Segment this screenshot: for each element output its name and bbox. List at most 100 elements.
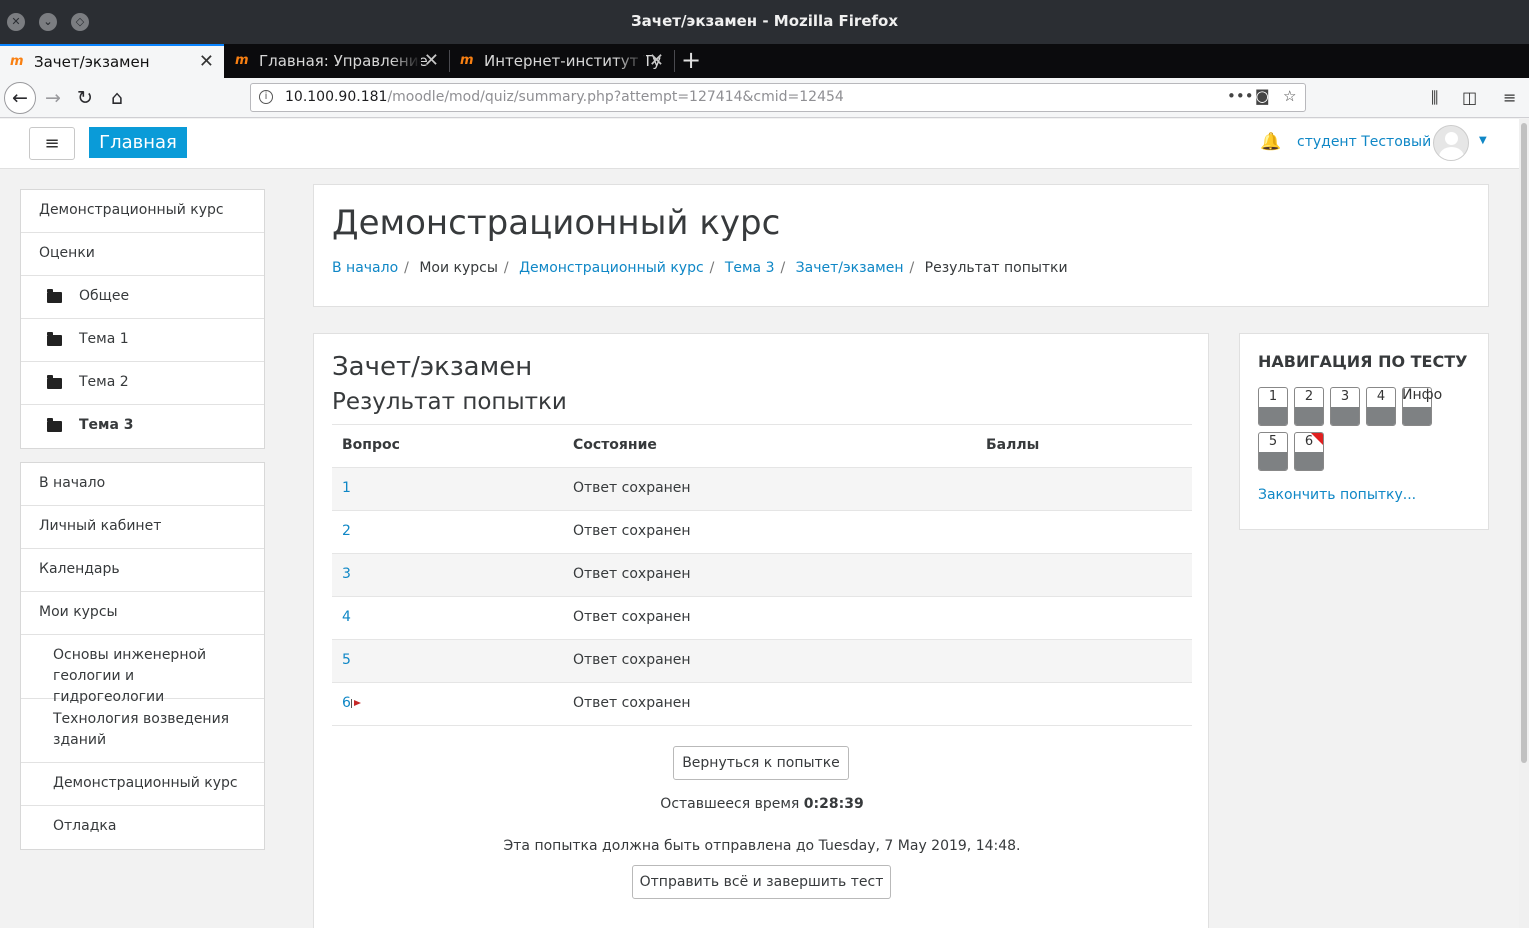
- nav-item-topic-2[interactable]: Тема 2: [21, 362, 264, 405]
- page-scrollbar[interactable]: [1519, 119, 1529, 928]
- breadcrumb-current: Результат попытки: [924, 260, 1068, 276]
- page-actions-icon[interactable]: •••: [1227, 87, 1254, 105]
- course-nav-block: Демонстрационный курс Оценки Общее Тема …: [20, 189, 265, 449]
- tab-close-icon[interactable]: ✕: [649, 44, 664, 78]
- quiz-nav-button-3[interactable]: 3: [1330, 387, 1360, 426]
- question-link[interactable]: 2: [342, 523, 351, 539]
- flag-icon: [353, 700, 361, 706]
- quiz-nav-button-6[interactable]: 6: [1294, 432, 1324, 471]
- user-name-link[interactable]: студент Тестовый: [1297, 134, 1431, 150]
- question-state: Ответ сохранен: [573, 480, 691, 496]
- nav-item-topic-3[interactable]: Тема 3: [21, 405, 264, 448]
- breadcrumb-quiz[interactable]: Зачет/экзамен: [796, 260, 904, 276]
- quiz-nav-button-5[interactable]: 5: [1258, 432, 1288, 471]
- deadline-text: Эта попытка должна быть отправлена до Tu…: [503, 838, 1021, 854]
- flagged-corner-icon: [1311, 433, 1323, 445]
- nav-item-course-geology[interactable]: Основы инженерной геологии и гидрогеолог…: [21, 635, 264, 705]
- question-link[interactable]: 4: [342, 609, 351, 625]
- nav-item-course-construction[interactable]: Технология возведения зданий: [21, 699, 264, 763]
- folder-icon: [47, 289, 62, 303]
- avatar[interactable]: [1433, 125, 1469, 161]
- quiz-nav-button-2[interactable]: 2: [1294, 387, 1324, 426]
- time-left: Оставшееся время 0:28:39: [660, 796, 864, 812]
- sidebar-toggle-icon[interactable]: ◫: [1462, 88, 1477, 107]
- breadcrumb-course[interactable]: Демонстрационный курс: [519, 260, 704, 276]
- menu-icon[interactable]: ≡: [1503, 88, 1516, 107]
- folder-icon: [47, 375, 62, 389]
- bookmark-star-icon[interactable]: ☆: [1283, 87, 1296, 105]
- table-row: 3 Ответ сохранен: [332, 554, 1192, 597]
- table-row: 4 Ответ сохранен: [332, 597, 1192, 640]
- notifications-bell-icon[interactable]: 🔔: [1260, 132, 1281, 152]
- nav-item-topic-1[interactable]: Тема 1: [21, 319, 264, 362]
- breadcrumb: В начало / Мои курсы / Демонстрационный ку…: [332, 260, 1068, 276]
- library-icon[interactable]: ⫼: [1431, 88, 1438, 108]
- site-info-icon[interactable]: i: [259, 90, 273, 104]
- column-header-question: Вопрос: [342, 437, 400, 453]
- nav-item-calendar[interactable]: Календарь: [21, 549, 264, 592]
- time-left-value: 0:28:39: [803, 796, 864, 812]
- site-header: ≡ Главная 🔔 студент Тестовый ▼: [0, 119, 1519, 169]
- question-link[interactable]: 1: [342, 480, 351, 496]
- quiz-title: Зачет/экзамен: [332, 352, 533, 382]
- table-row: 2 Ответ сохранен: [332, 511, 1192, 554]
- breadcrumb-home[interactable]: В начало: [332, 260, 398, 276]
- breadcrumb-my-courses: Мои курсы: [419, 260, 498, 276]
- summary-title: Результат попытки: [332, 389, 567, 415]
- moodle-favicon-icon: m: [460, 53, 474, 68]
- folder-icon: [47, 332, 62, 346]
- tab-institute[interactable]: m Интернет-институт Ту ✕: [450, 44, 674, 78]
- column-header-state: Состояние: [573, 437, 657, 453]
- table-row: 5 Ответ сохранен: [332, 640, 1192, 683]
- forward-arrow-icon[interactable]: →: [38, 83, 68, 113]
- browser-toolbar: ← → ↻ ⌂ i 10.100.90.181/moodle/mod/quiz/…: [0, 78, 1529, 118]
- quiz-nav-button-1[interactable]: 1: [1258, 387, 1288, 426]
- user-menu-caret-icon[interactable]: ▼: [1479, 135, 1487, 146]
- nav-item-home[interactable]: В начало: [21, 463, 264, 506]
- new-tab-icon[interactable]: +: [678, 44, 704, 78]
- question-link[interactable]: 3: [342, 566, 351, 582]
- question-link[interactable]: 6: [342, 695, 351, 711]
- summary-table: Вопрос Состояние Баллы 1 Ответ сохранен …: [332, 424, 1192, 726]
- nav-item-debug[interactable]: Отладка: [21, 806, 264, 849]
- reload-icon[interactable]: ↻: [70, 83, 100, 113]
- tab-quiz[interactable]: m Зачет/экзамен ✕: [0, 44, 224, 78]
- return-to-attempt-button[interactable]: Вернуться к попытке: [673, 746, 849, 780]
- tab-label: Зачет/экзамен: [34, 53, 150, 71]
- submit-all-button[interactable]: Отправить всё и завершить тест: [632, 865, 891, 899]
- pocket-icon[interactable]: ◙: [1255, 87, 1270, 105]
- nav-item-course-demo[interactable]: Демонстрационный курс: [21, 763, 264, 806]
- address-bar[interactable]: i 10.100.90.181/moodle/mod/quiz/summary.…: [250, 83, 1306, 112]
- question-state: Ответ сохранен: [573, 566, 691, 582]
- site-nav-block: В начало Личный кабинет Календарь Мои ку…: [20, 462, 265, 850]
- quiz-summary-card: Зачет/экзамен Результат попытки Вопрос С…: [313, 333, 1209, 928]
- window-title: Зачет/экзамен - Mozilla Firefox: [631, 12, 898, 30]
- nav-item-my-courses[interactable]: Мои курсы: [21, 592, 264, 635]
- question-state: Ответ сохранен: [573, 609, 691, 625]
- finish-attempt-link[interactable]: Закончить попытку...: [1258, 487, 1416, 503]
- page-header: Демонстрационный курс В начало / Мои курс…: [313, 184, 1489, 307]
- table-row: 1 Ответ сохранен: [332, 468, 1192, 511]
- nav-item-course[interactable]: Демонстрационный курс: [21, 190, 264, 233]
- nav-drawer: Демонстрационный курс Оценки Общее Тема …: [0, 170, 285, 928]
- nav-item-dashboard[interactable]: Личный кабинет: [21, 506, 264, 549]
- back-arrow-icon[interactable]: ←: [4, 82, 36, 114]
- quiz-nav-info-label: Инфо: [1402, 387, 1443, 403]
- nav-item-grades[interactable]: Оценки: [21, 233, 264, 276]
- question-state: Ответ сохранен: [573, 652, 691, 668]
- breadcrumb-topic[interactable]: Тема 3: [725, 260, 775, 276]
- table-row: 6 Ответ сохранен: [332, 683, 1192, 726]
- drawer-toggle-icon[interactable]: ≡: [29, 127, 75, 160]
- quiz-nav-button-4[interactable]: 4: [1366, 387, 1396, 426]
- table-header: Вопрос Состояние Баллы: [332, 425, 1192, 468]
- folder-icon: [47, 418, 62, 432]
- moodle-favicon-icon: m: [235, 53, 249, 68]
- home-icon[interactable]: ⌂: [102, 83, 132, 113]
- home-button[interactable]: Главная: [89, 127, 187, 158]
- question-link[interactable]: 5: [342, 652, 351, 668]
- tab-close-icon[interactable]: ✕: [424, 44, 439, 78]
- tab-close-icon[interactable]: ✕: [199, 46, 214, 78]
- url-text: 10.100.90.181/moodle/mod/quiz/summary.ph…: [285, 89, 844, 105]
- nav-item-general[interactable]: Общее: [21, 276, 264, 319]
- tab-main[interactable]: m Главная: Управление ✕: [225, 44, 449, 78]
